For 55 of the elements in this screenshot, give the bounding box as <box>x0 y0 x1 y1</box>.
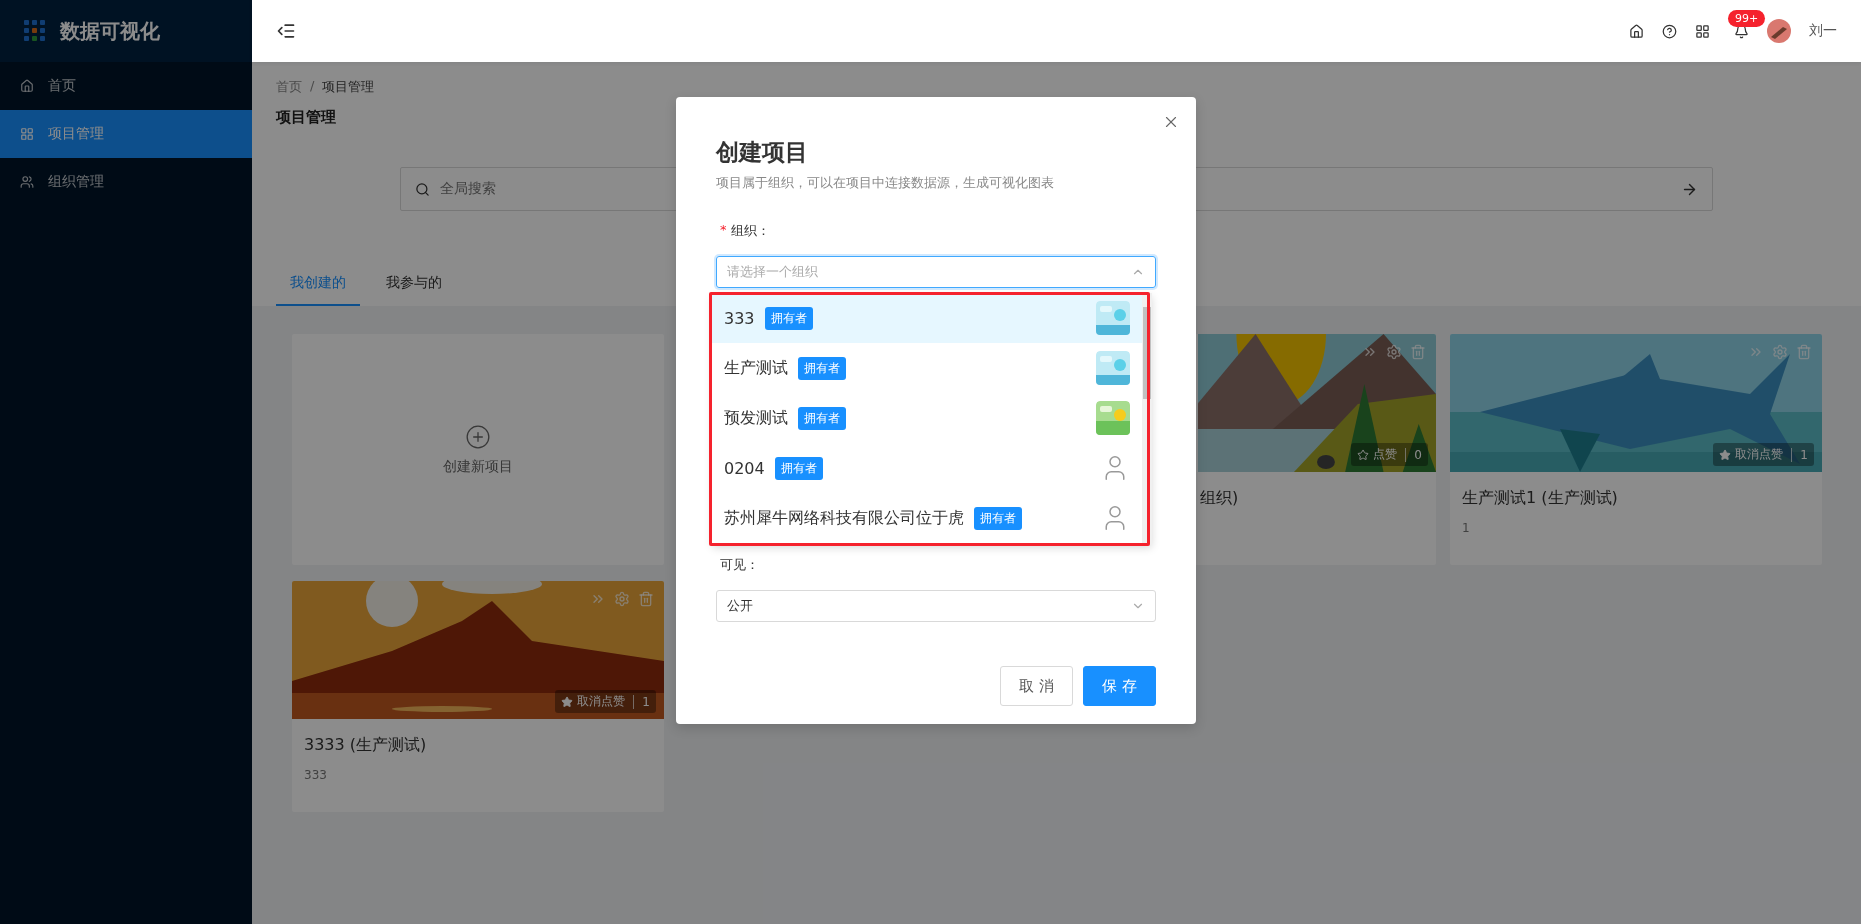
organization-option[interactable]: 333 拥有者 <box>712 293 1142 343</box>
help-icon[interactable] <box>1662 23 1677 39</box>
cancel-button[interactable]: 取 消 <box>1000 666 1074 706</box>
menu-icon[interactable] <box>276 21 296 41</box>
like-label: 取消点赞 <box>577 693 626 710</box>
people-icon <box>20 175 34 189</box>
like-label: 点赞 <box>1373 446 1398 463</box>
star-icon <box>1719 448 1732 461</box>
owner-tag: 拥有者 <box>798 356 846 380</box>
save-button[interactable]: 保 存 <box>1083 666 1156 706</box>
sidebar-item[interactable]: 首页 <box>0 62 252 110</box>
project-card[interactable]: 取消点赞 1 生产测试1 (生产测试) 1 <box>1450 334 1822 565</box>
owner-tag: 拥有者 <box>764 306 813 330</box>
field-label: 组织： <box>730 222 770 240</box>
notification-badge: 99+ <box>1728 9 1766 27</box>
owner-tag: 拥有者 <box>774 456 823 480</box>
like-count: 1 <box>1800 447 1808 462</box>
breadcrumb-separator: / <box>310 78 315 95</box>
star-icon <box>1357 448 1370 461</box>
like-count: 0 <box>1414 447 1422 462</box>
search-icon <box>415 181 430 197</box>
project-description: 333 <box>304 768 327 782</box>
user-name[interactable]: 刘一 <box>1809 22 1837 40</box>
project-title: 3333 (生产测试) <box>304 735 427 756</box>
sidebar-item[interactable]: 组织管理 <box>0 158 252 206</box>
tab[interactable]: 我参与的 <box>372 264 456 306</box>
plus-icon <box>465 423 491 450</box>
app-title: 数据可视化 <box>60 17 160 45</box>
grid-icon <box>20 127 34 141</box>
required-mark: * <box>720 222 727 239</box>
project-title: 生产测试1 (生产测试) <box>1462 488 1618 509</box>
create-project-card[interactable]: 创建新项目 <box>292 334 664 565</box>
breadcrumb-current: 项目管理 <box>322 78 375 96</box>
scrollbar[interactable] <box>1142 293 1152 545</box>
owner-tag: 拥有者 <box>974 506 1022 530</box>
field-label: 可见： <box>720 556 759 574</box>
settings-icon[interactable] <box>1772 344 1788 360</box>
like-label: 取消点赞 <box>1735 446 1784 463</box>
like-count: 1 <box>642 694 650 709</box>
dialog-title: 创建项目 <box>716 138 809 167</box>
home-icon <box>20 79 34 93</box>
breadcrumb-link[interactable]: 首页 <box>276 78 302 96</box>
grid-icon[interactable] <box>1695 23 1710 39</box>
project-card[interactable]: 取消点赞 1 3333 (生产测试) 333 <box>292 581 664 812</box>
logo-icon <box>24 20 46 42</box>
avatar[interactable] <box>1767 19 1791 43</box>
star-icon <box>561 695 574 708</box>
settings-icon[interactable] <box>1386 344 1402 360</box>
home-icon[interactable] <box>1629 23 1644 39</box>
project-title: 组织) <box>1200 488 1239 509</box>
owner-tag: 拥有者 <box>798 406 846 430</box>
dialog-subtitle: 项目属于组织，可以在项目中连接数据源，生成可视化图表 <box>716 174 1055 192</box>
visibility-select[interactable]: 公开 <box>716 590 1156 622</box>
project-description: 1 <box>1462 521 1470 535</box>
page-title: 项目管理 <box>276 108 336 127</box>
